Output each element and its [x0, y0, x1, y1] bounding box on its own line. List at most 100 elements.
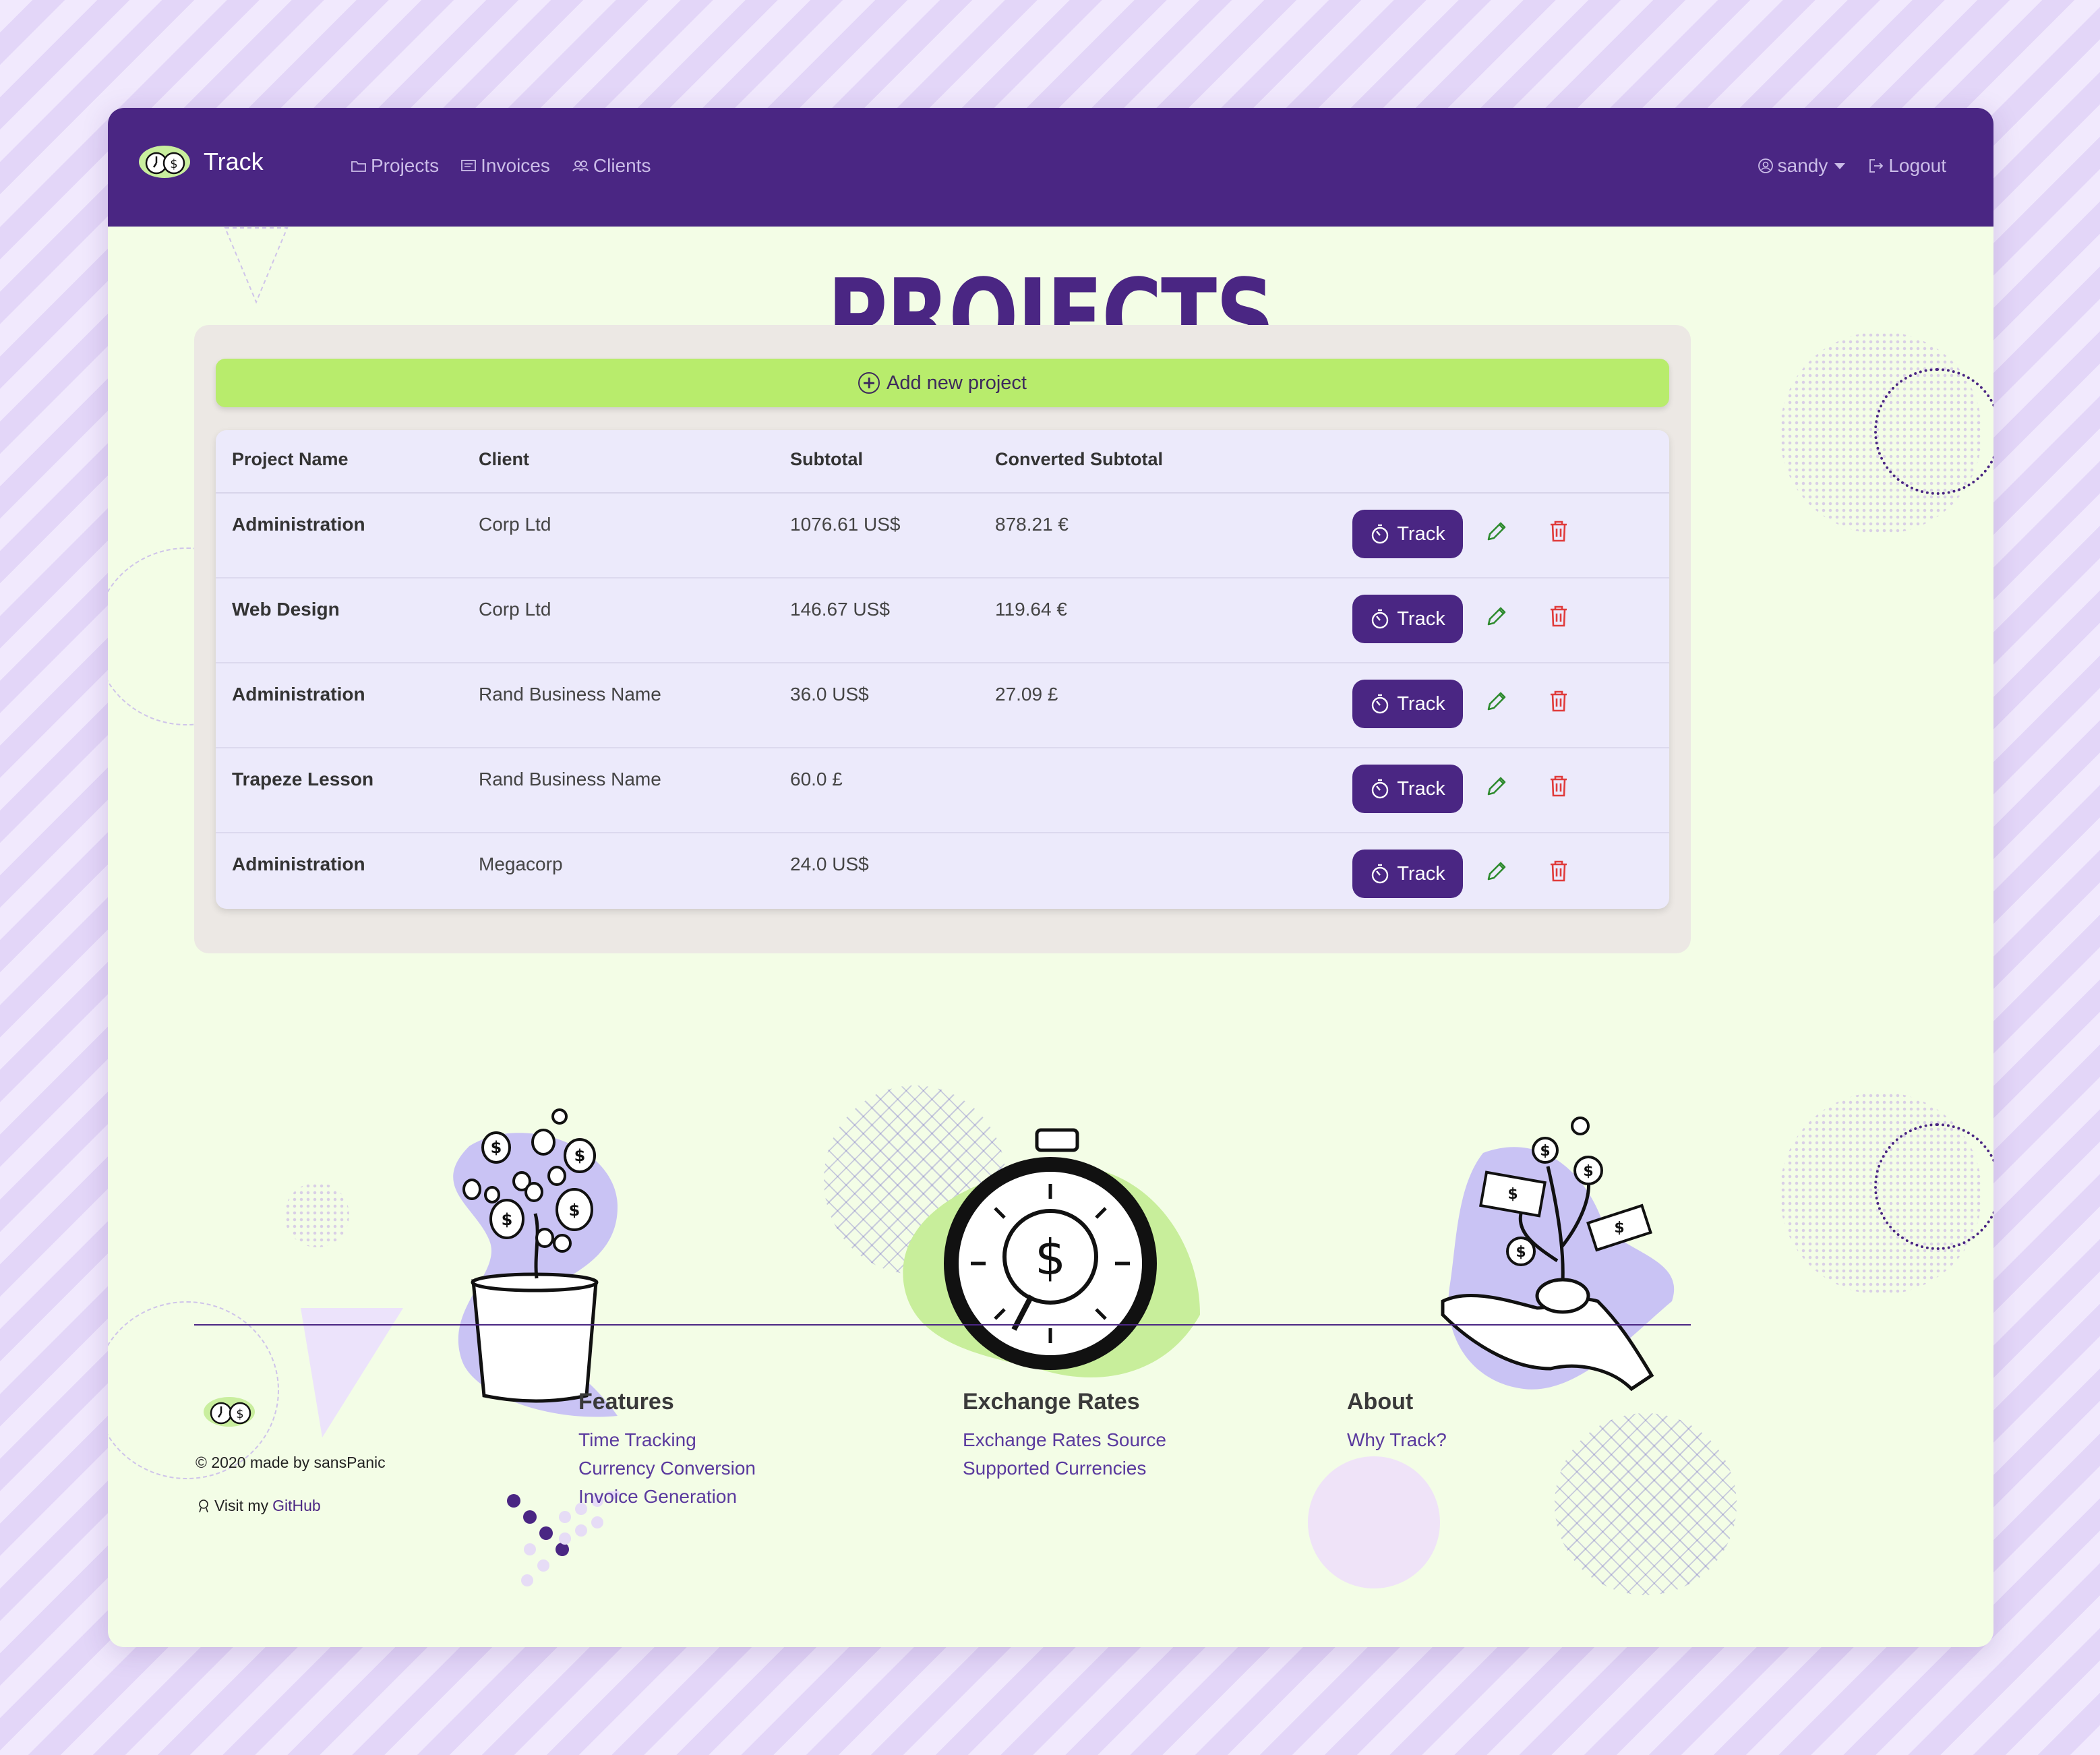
- pencil-icon[interactable]: [1483, 603, 1510, 630]
- github-link[interactable]: GitHub: [272, 1497, 321, 1515]
- svg-text:$: $: [1507, 1186, 1518, 1203]
- track-label: Track: [1397, 523, 1445, 545]
- stopwatch-icon: [1372, 779, 1389, 799]
- svg-text:$: $: [569, 1201, 580, 1220]
- folder-icon: [351, 161, 366, 172]
- trash-icon[interactable]: [1545, 688, 1572, 715]
- stopwatch-icon: [1372, 524, 1389, 544]
- footer-link[interactable]: Exchange Rates Source: [963, 1426, 1166, 1454]
- track-label: Track: [1397, 777, 1445, 800]
- trash-icon[interactable]: [1545, 858, 1572, 885]
- svg-text:$: $: [170, 157, 177, 171]
- footer-about: About Why Track?: [1347, 1389, 1447, 1454]
- github-icon: [199, 1499, 208, 1512]
- user-menu[interactable]: sandy: [1758, 155, 1846, 177]
- track-button[interactable]: Track: [1352, 680, 1463, 728]
- invoice-icon: [461, 160, 477, 171]
- github-prefix: Visit my: [214, 1497, 269, 1514]
- track-button[interactable]: Track: [1352, 850, 1463, 898]
- nav-projects[interactable]: Projects: [351, 155, 439, 177]
- svg-text:$: $: [1035, 1229, 1066, 1286]
- clients-icon: [572, 160, 589, 172]
- converted-subtotal: 27.09 £: [995, 684, 1058, 705]
- table-row: Trapeze Lesson Rand Business Name 60.0 £ Tr…: [216, 748, 1669, 833]
- footer-heading: Exchange Rates: [963, 1389, 1140, 1415]
- track-button[interactable]: Track: [1352, 510, 1463, 558]
- logo-icon: $: [204, 1397, 255, 1427]
- dots-decoration: [1780, 332, 1982, 534]
- circle-decoration: [1308, 1456, 1440, 1588]
- brand-name: Track: [204, 148, 264, 175]
- pencil-icon[interactable]: [1483, 518, 1510, 545]
- footer-link[interactable]: Invoice Generation: [578, 1483, 756, 1511]
- nav-invoices-label: Invoices: [481, 155, 550, 176]
- project-name: Administration: [232, 854, 365, 874]
- nav-right: sandy Logout: [1758, 155, 1946, 177]
- column-header: Client: [479, 449, 530, 469]
- column-header: Subtotal: [790, 449, 863, 469]
- dashed-circle-decoration: [108, 1301, 279, 1479]
- table-body: Administration Corp Ltd 1076.61 US$ 878.21 …: [216, 494, 1669, 909]
- dots-decoration: [284, 1183, 349, 1247]
- table-row: Web Design Corp Ltd 146.67 US$ 119.64 € Trac…: [216, 578, 1669, 663]
- client-name: Rand Business Name: [479, 684, 661, 705]
- column-header: Project Name: [232, 449, 349, 469]
- footer-heading: Features: [578, 1389, 674, 1415]
- client-name: Corp Ltd: [479, 514, 551, 535]
- pencil-icon[interactable]: [1483, 688, 1510, 715]
- client-name: Corp Ltd: [479, 599, 551, 620]
- footer-heading: About: [1347, 1389, 1414, 1415]
- footer-link[interactable]: Time Tracking: [578, 1426, 756, 1454]
- subtotal: 146.67 US$: [790, 599, 890, 620]
- subtotal: 60.0 £: [790, 769, 843, 790]
- table-row: Administration Megacorp 24.0 US$ Track: [216, 833, 1669, 909]
- svg-text:$: $: [491, 1138, 502, 1157]
- trash-icon[interactable]: [1545, 603, 1572, 630]
- logout-link[interactable]: Logout: [1868, 155, 1946, 177]
- client-name: Megacorp: [479, 854, 563, 874]
- nav-clients[interactable]: Clients: [572, 155, 651, 177]
- footer-divider: [194, 1324, 1691, 1326]
- footer-exchange-rates: Exchange Rates Exchange Rates Source Sup…: [963, 1389, 1166, 1483]
- svg-text:$: $: [1583, 1163, 1593, 1180]
- client-name: Rand Business Name: [479, 769, 661, 790]
- stopwatch-icon: [1372, 609, 1389, 629]
- footer-link[interactable]: Currency Conversion: [578, 1454, 756, 1483]
- dots-decoration: [1780, 1092, 1982, 1295]
- project-name: Web Design: [232, 599, 340, 620]
- nav-links: Projects Invoices Clients: [351, 155, 651, 177]
- column-header: Converted Subtotal: [995, 449, 1164, 469]
- track-button[interactable]: Track: [1352, 595, 1463, 643]
- table-row: Administration Corp Ltd 1076.61 US$ 878.21 …: [216, 494, 1669, 578]
- brand[interactable]: $ Track: [138, 143, 264, 181]
- footer-link[interactable]: Why Track?: [1347, 1426, 1447, 1454]
- add-project-button[interactable]: Add new project: [216, 359, 1669, 407]
- dots-diagonal-decoration: [507, 1491, 620, 1586]
- dotted-circle-decoration: [1874, 1123, 1993, 1250]
- trash-icon[interactable]: [1545, 518, 1572, 545]
- subtotal: 36.0 US$: [790, 684, 869, 705]
- project-name: Administration: [232, 684, 365, 705]
- svg-text:$: $: [502, 1210, 513, 1229]
- footer-link[interactable]: Supported Currencies: [963, 1454, 1166, 1483]
- pencil-icon[interactable]: [1483, 858, 1510, 885]
- dotted-circle-decoration: [1874, 368, 1993, 495]
- nav-invoices[interactable]: Invoices: [460, 155, 550, 177]
- svg-text:$: $: [1516, 1244, 1526, 1261]
- project-name: Administration: [232, 514, 365, 535]
- triangle-decoration: [301, 1308, 403, 1437]
- projects-table: Project Name Client Subtotal Converted S…: [216, 430, 1669, 909]
- track-button[interactable]: Track: [1352, 765, 1463, 813]
- money-hand-illustration: $ $ $ $ $: [1441, 1117, 1675, 1392]
- subtotal: 24.0 US$: [790, 854, 869, 874]
- logout-icon: [1869, 159, 1884, 173]
- track-label: Track: [1397, 607, 1445, 630]
- chevron-down-icon: [1834, 162, 1846, 169]
- trash-icon[interactable]: [1545, 773, 1572, 800]
- plus-circle-icon: [858, 372, 880, 394]
- copyright-text: © 2020 made by sansPanic: [196, 1454, 386, 1471]
- stopwatch-icon: [1372, 864, 1389, 884]
- table-row: Administration Rand Business Name 36.0 US$…: [216, 663, 1669, 748]
- pencil-icon[interactable]: [1483, 773, 1510, 800]
- user-icon: [1758, 158, 1773, 173]
